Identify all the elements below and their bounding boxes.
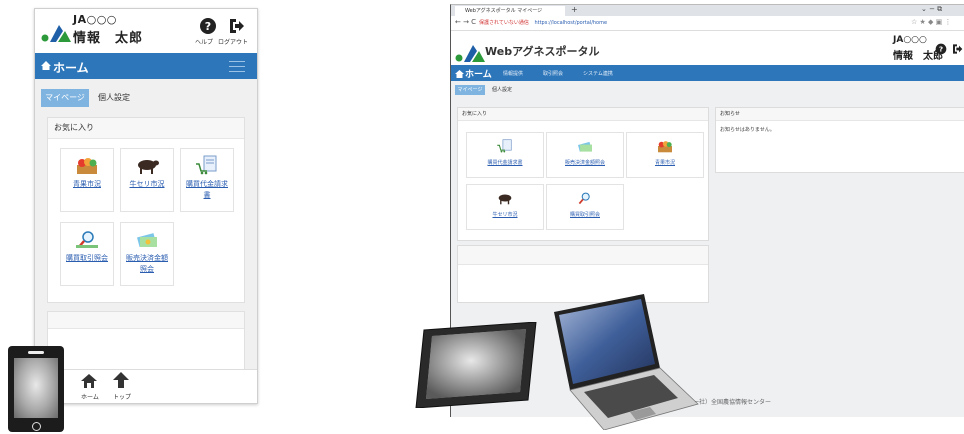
notice-message: お知らせはありません。	[720, 127, 775, 133]
tile-label[interactable]: 販売決済金額照会	[549, 159, 621, 166]
tile-label[interactable]: 購買代金請求書	[183, 179, 231, 201]
cart-document-icon	[196, 155, 217, 175]
tab-mypage[interactable]: マイページ	[455, 85, 485, 95]
favorite-tile[interactable]: 購買取引照会	[546, 184, 624, 230]
favorite-tile[interactable]: 販売決済金額照会	[546, 132, 624, 178]
logout-label[interactable]: ログアウト	[218, 37, 248, 46]
favorites-title: お気に入り	[458, 108, 708, 121]
browser-extension-icons[interactable]: ☆ ★ ◆ ▣ ⋮	[911, 18, 951, 26]
tile-label[interactable]: 牛セリ市況	[123, 179, 171, 190]
tile-label[interactable]: 販売決済金額照会	[123, 253, 171, 275]
mobile-nav-bar: ホーム	[35, 53, 257, 79]
money-icon	[578, 141, 592, 152]
url-warning: 保護されていない通信	[479, 20, 529, 26]
mobile-screen: JA○○○ 情報 太郎 ? ヘルプ ログアウト ホーム マイページ 個人設定 お…	[34, 8, 258, 404]
tile-label[interactable]: 牛セリ市況	[469, 211, 541, 218]
help-icon[interactable]: ?	[199, 17, 217, 35]
footer-home-label[interactable]: ホーム	[81, 392, 99, 401]
address-bar[interactable]: ← → C 保護されていない通信 https://localhost/porta…	[451, 16, 964, 31]
desktop-nav-bar: ホーム 情報提供 取引照会 システム連携	[451, 65, 964, 81]
portal-title: Webアグネスポータル	[485, 45, 600, 58]
nav-item-info[interactable]: 情報提供	[503, 70, 523, 77]
tile-label[interactable]: 購買取引照会	[63, 253, 111, 264]
laptop-device-icon	[554, 294, 699, 430]
tile-label[interactable]: 購買取引照会	[549, 211, 621, 218]
nav-title[interactable]: ホーム	[53, 59, 89, 76]
cattle-icon	[138, 160, 159, 174]
url-field[interactable]: 保護されていない通信 https://localhost/portal/home	[479, 19, 607, 26]
logout-icon[interactable]	[227, 17, 245, 35]
footer-top-label[interactable]: トップ	[113, 392, 131, 401]
ja-logo-icon	[41, 25, 71, 42]
tab-mypage[interactable]: マイページ	[41, 89, 89, 107]
tablet-device-icon	[415, 322, 537, 408]
mobile-content: マイページ 個人設定 お気に入り 青果市況 牛セリ市況 購買代金請求書 購買取引…	[35, 79, 257, 403]
smartphone-device-icon	[8, 346, 64, 432]
search-icon	[76, 231, 98, 248]
favorites-panel: お気に入り 青果市況 牛セリ市況 購買代金請求書 購買取引照会 販売決済金額照会	[47, 117, 245, 303]
arrow-up-icon[interactable]	[113, 372, 129, 388]
new-tab-icon[interactable]: +	[571, 5, 578, 14]
nav-home[interactable]: ホーム	[465, 67, 492, 80]
ja-logo-icon	[455, 45, 485, 62]
home-icon	[41, 61, 51, 70]
logout-icon[interactable]	[951, 43, 963, 55]
home-icon[interactable]	[81, 374, 97, 388]
vegetables-icon	[77, 158, 97, 174]
notices-title: お知らせ	[716, 108, 964, 121]
favorite-tile[interactable]: 青果市況	[626, 132, 704, 178]
favorite-tile[interactable]: 牛セリ市況	[466, 184, 544, 230]
favorite-tile[interactable]: 青果市況	[60, 148, 114, 212]
help-label[interactable]: ヘルプ	[195, 37, 213, 46]
notices-panel: お知らせ お知らせはありません。	[715, 107, 964, 173]
desktop-header: Webアグネスポータル JA○○○ 情報 太郎 ?	[451, 31, 964, 65]
secondary-panel-head	[48, 312, 244, 329]
svg-text:?: ?	[939, 45, 943, 54]
nav-item-transactions[interactable]: 取引照会	[543, 70, 563, 77]
org-name: JA○○○	[73, 13, 117, 26]
favorites-title: お気に入り	[48, 118, 244, 139]
back-forward-icon[interactable]: ← → C	[455, 18, 476, 26]
hamburger-menu-icon[interactable]	[229, 61, 245, 72]
tab-settings[interactable]: 個人設定	[91, 89, 137, 107]
svg-text:?: ?	[205, 20, 211, 33]
user-name: 情報 太郎	[73, 31, 144, 46]
favorite-tile[interactable]: 購買取引照会	[60, 222, 114, 286]
mobile-header: JA○○○ 情報 太郎 ? ヘルプ ログアウト	[35, 9, 257, 53]
help-icon[interactable]: ?	[935, 43, 947, 55]
money-icon	[137, 233, 157, 248]
secondary-panel	[47, 311, 245, 373]
search-icon	[578, 192, 590, 205]
window-controls-icon[interactable]: ⌄ − ⧉	[921, 5, 942, 14]
favorite-tile[interactable]: 販売決済金額照会	[120, 222, 174, 286]
cattle-icon	[498, 194, 512, 205]
secondary-panel-head	[458, 246, 708, 265]
url-text: https://localhost/portal/home	[534, 20, 608, 26]
browser-tab[interactable]: Webアグネスポータル マイページ	[455, 6, 565, 16]
favorite-tile[interactable]: 牛セリ市況	[120, 148, 174, 212]
cart-document-icon	[497, 139, 512, 153]
favorites-panel: お気に入り 購買代金請求書 販売決済金額照会 青果市況 牛セリ市況 購買取引照会	[457, 107, 709, 241]
org-name: JA○○○	[893, 35, 927, 45]
home-icon	[455, 70, 464, 78]
tile-label[interactable]: 青果市況	[629, 159, 701, 166]
favorite-tile[interactable]: 購買代金請求書	[466, 132, 544, 178]
nav-item-system[interactable]: システム連携	[583, 70, 613, 77]
tile-label[interactable]: 青果市況	[63, 179, 111, 190]
tile-label[interactable]: 購買代金請求書	[469, 159, 541, 166]
mobile-footer: ホーム トップ	[35, 369, 257, 403]
tab-settings[interactable]: 個人設定	[487, 85, 517, 95]
browser-tab-bar: Webアグネスポータル マイページ + ⌄ − ⧉	[451, 5, 964, 16]
favorite-tile[interactable]: 購買代金請求書	[180, 148, 234, 212]
vegetables-icon	[658, 141, 672, 153]
